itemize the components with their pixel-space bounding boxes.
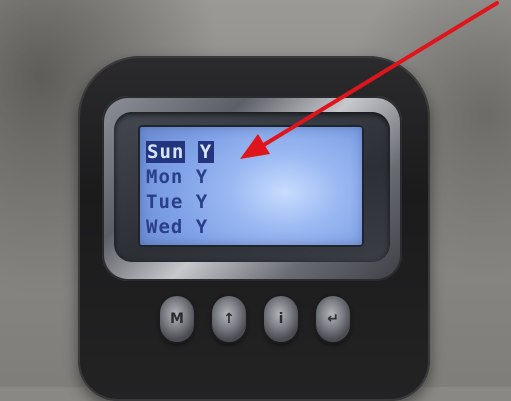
day-enabled-flag[interactable]: Y	[196, 216, 208, 238]
day-enabled-flag[interactable]: Y	[196, 191, 208, 213]
lcd-screen: Sun Y Mon Y Tue Y Wed Y	[138, 125, 364, 247]
day-enabled-flag[interactable]: Y	[197, 141, 215, 163]
up-arrow-icon: ↑	[223, 311, 235, 327]
enter-icon: ↵	[327, 311, 339, 327]
day-label: Wed	[146, 216, 184, 238]
enter-button[interactable]: ↵	[316, 296, 350, 342]
up-button[interactable]: ↑	[212, 296, 246, 342]
list-item-tue[interactable]: Tue Y	[146, 190, 214, 215]
list-item-sun[interactable]: Sun Y	[146, 140, 215, 165]
menu-icon: M	[170, 311, 184, 327]
list-item-mon[interactable]: Mon Y	[146, 165, 214, 190]
day-label: Mon	[146, 166, 184, 188]
list-item-wed[interactable]: Wed Y	[146, 215, 214, 240]
day-schedule-list: Sun Y Mon Y Tue Y Wed Y	[146, 140, 215, 240]
day-enabled-flag[interactable]: Y	[196, 166, 208, 188]
info-icon: i	[278, 311, 284, 327]
menu-button[interactable]: M	[160, 296, 194, 342]
info-button[interactable]: i	[264, 296, 298, 342]
day-label: Tue	[146, 191, 184, 213]
day-label: Sun	[146, 141, 186, 163]
keypad: M ↑ i ↵	[160, 296, 350, 346]
